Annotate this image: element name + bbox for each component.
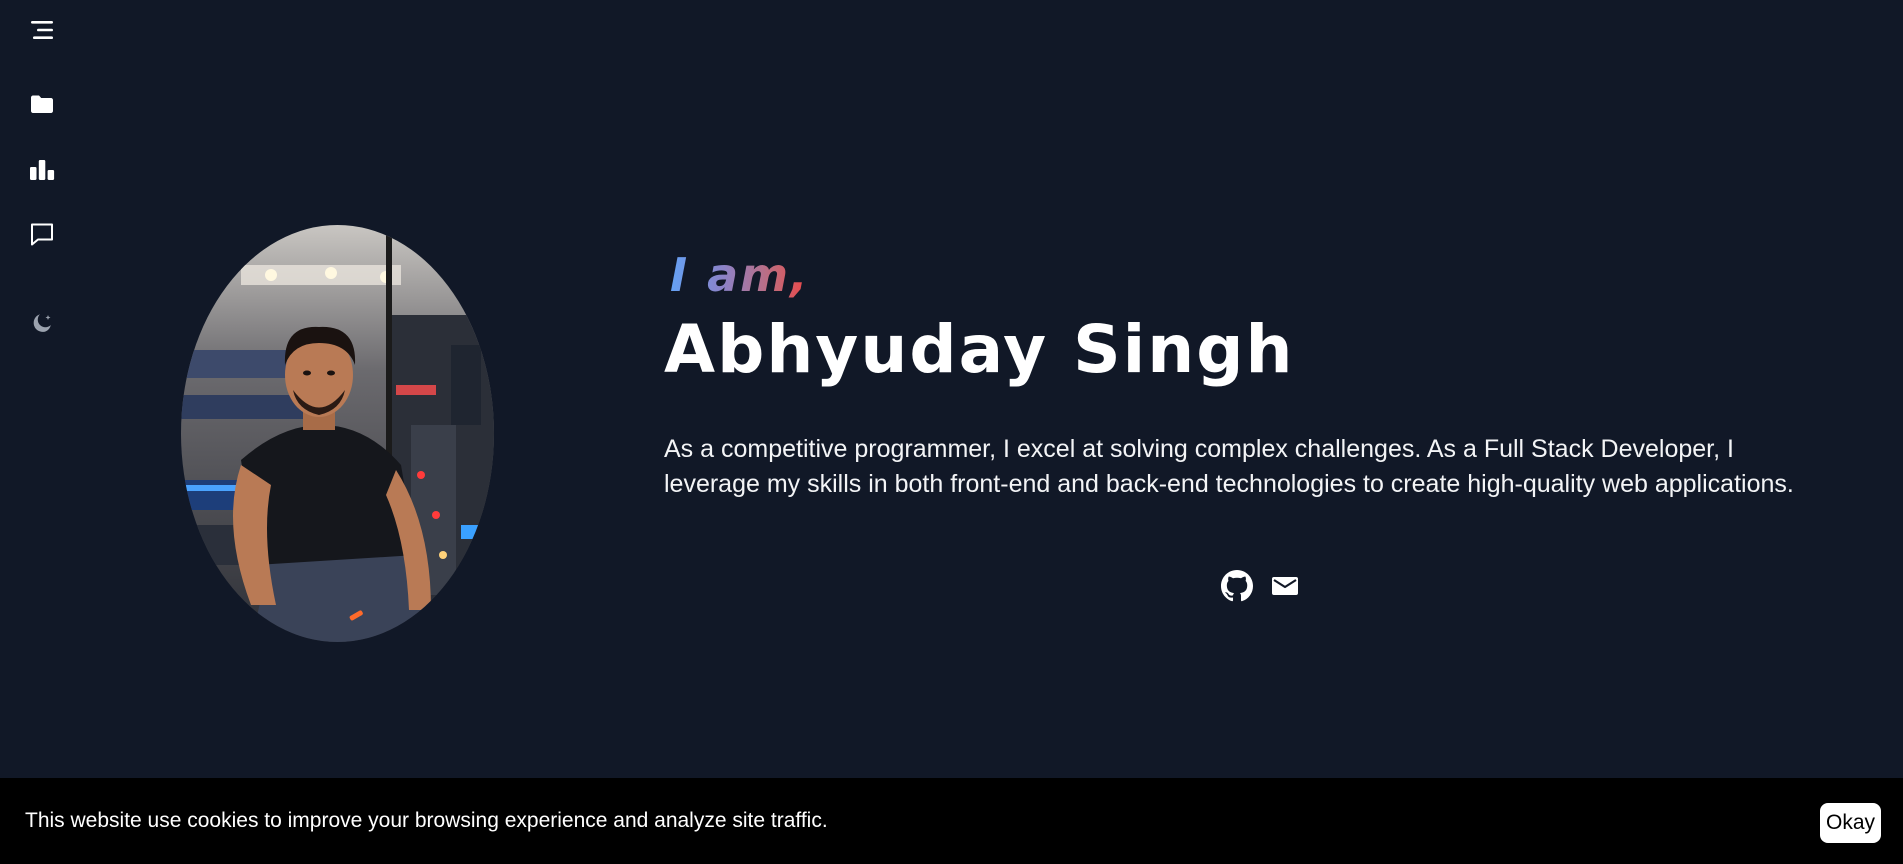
stats-nav-button[interactable] — [22, 150, 62, 190]
cookie-banner: This website use cookies to improve your… — [0, 778, 1903, 864]
menu-icon — [31, 21, 53, 39]
social-links — [1220, 569, 1302, 603]
email-link[interactable] — [1268, 569, 1302, 603]
folder-icon — [31, 95, 53, 113]
page: I am, Abhyuday Singh As a competitive pr… — [0, 0, 1903, 864]
bar-chart-icon — [30, 160, 55, 180]
contact-nav-button[interactable] — [22, 214, 62, 254]
mail-icon — [1272, 577, 1298, 595]
cookie-okay-button[interactable]: Okay — [1819, 803, 1881, 843]
message-icon — [31, 223, 53, 246]
sidebar — [0, 0, 86, 778]
intro-section: I am, Abhyuday Singh As a competitive pr… — [664, 240, 1814, 527]
profile-photo — [181, 225, 494, 642]
github-icon — [1221, 570, 1253, 602]
menu-button[interactable] — [22, 10, 62, 50]
cookie-message: This website use cookies to improve your… — [25, 809, 828, 832]
greeting-text: I am, — [664, 240, 810, 310]
bio-paragraph: As a competitive programmer, I excel at … — [664, 435, 1794, 498]
github-link[interactable] — [1220, 569, 1254, 603]
theme-toggle-button[interactable] — [22, 303, 62, 343]
moon-icon — [33, 314, 51, 332]
projects-nav-button[interactable] — [22, 84, 62, 124]
name-heading: Abhyuday Singh — [664, 311, 1295, 388]
